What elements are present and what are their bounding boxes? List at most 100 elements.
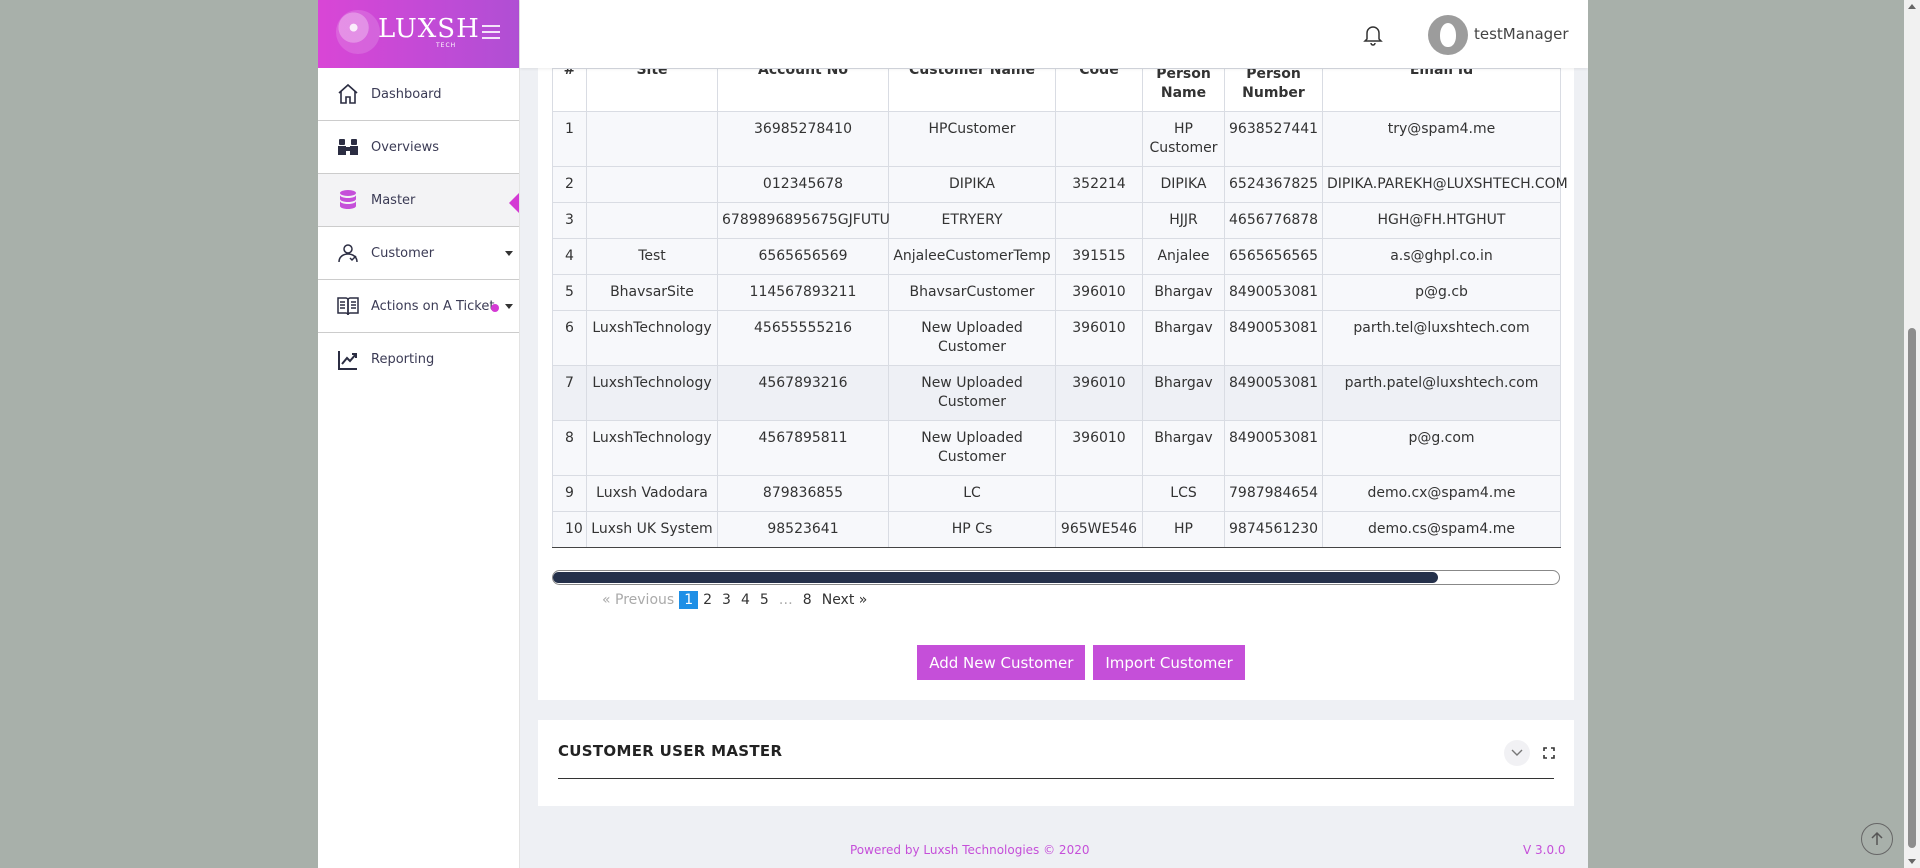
- cell-email-id: p@g.cb: [1322, 274, 1561, 311]
- cell-index: 9: [552, 475, 587, 512]
- cell-customer-name: HP Cs: [888, 511, 1056, 548]
- pager-page-5[interactable]: 4: [736, 591, 755, 609]
- scroll-down-arrow-icon[interactable]: [1908, 859, 1916, 864]
- cell-email-id: DIPIKA.PAREKH@LUXSHTECH.COM: [1322, 166, 1568, 203]
- brand-sub: TECH: [436, 42, 457, 49]
- active-marker: [509, 193, 519, 213]
- scrollbar-thumb[interactable]: [553, 572, 1439, 583]
- chevron-down-icon[interactable]: [1504, 740, 1530, 766]
- col-header-post-code[interactable]: Post Code: [1055, 68, 1143, 112]
- customer-user-master-card: CUSTOMER USER MASTER: [538, 720, 1574, 806]
- table-row[interactable]: 6 LuxshTechnology 45655555216 New Uploaded …: [552, 310, 1561, 366]
- table-row[interactable]: 4 Test 6565656569 AnjaleeCustomerTemp 391515…: [552, 238, 1561, 275]
- pagination: « Previous 1 2 3 4 5 … 8 Next »: [552, 589, 1560, 611]
- sidebar: LUXSH TECH Dashboard Overviews Master Cu…: [318, 0, 520, 868]
- table-row[interactable]: 3 6789896895675GJFUTU ETRYERY HJJR 465677687…: [552, 202, 1561, 239]
- table-row[interactable]: 7 LuxshTechnology 4567893216 New Uploaded C…: [552, 365, 1561, 421]
- cell-post-code: 396010: [1055, 420, 1143, 476]
- col-header-site[interactable]: Site: [586, 68, 718, 112]
- cell-email-id: parth.patel@luxshtech.com: [1322, 365, 1561, 421]
- cell-post-code: 965WE546: [1055, 511, 1143, 548]
- pager-page-1[interactable]: 1: [679, 591, 699, 609]
- table-header-row: # Site Account No Customer Name Post Cod…: [552, 68, 1561, 112]
- cell-post-code: 396010: [1055, 274, 1143, 311]
- bell-icon[interactable]: [1363, 24, 1383, 46]
- col-header-person-name[interactable]: Person Name: [1142, 68, 1225, 112]
- cell-site: Luxsh UK System: [586, 511, 718, 548]
- page-vertical-scrollbar[interactable]: [1904, 0, 1920, 868]
- footer-version: V 3.0.0: [1523, 843, 1566, 857]
- pager-page-3[interactable]: 2: [698, 591, 717, 609]
- main-content: # Site Account No Customer Name Post Cod…: [538, 68, 1574, 806]
- sidebar-item-reporting[interactable]: Reporting: [318, 333, 519, 386]
- import-customer-button[interactable]: Import Customer: [1093, 645, 1245, 680]
- cell-email-id: demo.cx@spam4.me: [1322, 475, 1561, 512]
- col-header-email-id[interactable]: Email Id: [1322, 68, 1561, 112]
- sidebar-item-label: Overviews: [371, 139, 439, 155]
- sidebar-item-actions-on-a-ticket[interactable]: Actions on A Ticket: [318, 280, 519, 333]
- chevron-down-icon: [505, 251, 513, 256]
- cell-email-id: try@spam4.me: [1322, 111, 1561, 167]
- cell-person-name: Bhargav: [1142, 365, 1225, 421]
- table-row[interactable]: 5 BhavsarSite 114567893211 BhavsarCustomer 3…: [552, 274, 1561, 311]
- table-row[interactable]: 2 012345678 DIPIKA 352214 DIPIKA 6524367825 DI…: [552, 166, 1568, 203]
- sidebar-item-customer[interactable]: Customer: [318, 227, 519, 280]
- pager-page-4[interactable]: 3: [717, 591, 736, 609]
- cell-email-id: HGH@FH.HTGHUT: [1322, 202, 1561, 239]
- sidebar-item-master[interactable]: Master: [318, 174, 519, 227]
- cell-customer-name: New Uploaded Customer: [888, 365, 1056, 421]
- cell-post-code: [1055, 475, 1143, 512]
- table-row[interactable]: 9 Luxsh Vadodara 879836855 LC LCS 7987984654 d…: [552, 475, 1561, 512]
- cell-person-number: 4656776878: [1224, 202, 1323, 239]
- cell-person-number: 8490053081: [1224, 274, 1323, 311]
- sidebar-item-overviews[interactable]: Overviews: [318, 121, 519, 174]
- cell-post-code: 352214: [1055, 166, 1143, 203]
- col-header-customer-name[interactable]: Customer Name: [888, 68, 1056, 112]
- username[interactable]: testManager: [1474, 25, 1569, 43]
- page-scrollbar-thumb[interactable]: [1908, 328, 1916, 848]
- cell-account-no: 879836855: [717, 475, 889, 512]
- col-header-person-number[interactable]: Person Number: [1224, 68, 1323, 112]
- action-buttons: Add New Customer Import Customer: [552, 645, 1560, 680]
- cell-person-name: LCS: [1142, 475, 1225, 512]
- table-row[interactable]: 8 LuxshTechnology 4567895811 New Uploaded C…: [552, 420, 1561, 476]
- avatar[interactable]: [1428, 15, 1468, 55]
- col-header-account-no[interactable]: Account No: [717, 68, 889, 112]
- pager-page-8[interactable]: 8: [798, 591, 817, 609]
- section-title: CUSTOMER USER MASTER: [558, 742, 783, 760]
- sidebar-item-label: Customer: [371, 245, 435, 261]
- table-body: 1 36985278410 HPCustomer HP Customer 9638527…: [552, 111, 1568, 548]
- expand-icon[interactable]: [1538, 742, 1560, 764]
- globe-logo-icon: [336, 10, 380, 54]
- cell-site: LuxshTechnology: [586, 310, 718, 366]
- cell-account-no: 36985278410: [717, 111, 889, 167]
- cell-customer-name: LC: [888, 475, 1056, 512]
- cell-site: [586, 166, 718, 203]
- pager-page-6[interactable]: 5: [755, 591, 774, 609]
- cell-person-name: Bhargav: [1142, 310, 1225, 366]
- cell-post-code: [1055, 202, 1143, 239]
- footer-powered: Powered by Luxsh Technologies © 2020: [850, 843, 1090, 857]
- cell-person-number: 8490053081: [1224, 420, 1323, 476]
- horizontal-scrollbar[interactable]: [552, 570, 1560, 585]
- pager-next[interactable]: Next »: [817, 591, 873, 609]
- cell-person-name: HP Customer: [1142, 111, 1225, 167]
- top-header: testManager: [520, 0, 1588, 68]
- section-divider: [558, 778, 1554, 779]
- table-row[interactable]: 1 36985278410 HPCustomer HP Customer 9638527…: [552, 111, 1561, 167]
- cell-index: 3: [552, 202, 587, 239]
- add-new-customer-button[interactable]: Add New Customer: [917, 645, 1086, 680]
- scroll-to-top-button[interactable]: [1861, 823, 1893, 855]
- sidebar-item-dashboard[interactable]: Dashboard: [318, 68, 519, 121]
- cell-person-number: 7987984654: [1224, 475, 1323, 512]
- cell-customer-name: DIPIKA: [888, 166, 1056, 203]
- scroll-up-arrow-icon[interactable]: [1908, 4, 1916, 9]
- cell-index: 6: [552, 310, 587, 366]
- col-header-index[interactable]: #: [552, 68, 587, 112]
- cell-site: BhavsarSite: [586, 274, 718, 311]
- table-row[interactable]: 10 Luxsh UK System 98523641 HP Cs 965WE546 HP…: [552, 511, 1561, 548]
- binoculars-icon: [335, 134, 361, 160]
- notification-dot: [491, 304, 499, 312]
- hamburger-menu-icon[interactable]: [482, 25, 500, 39]
- sidebar-item-label: Actions on A Ticket: [371, 298, 495, 314]
